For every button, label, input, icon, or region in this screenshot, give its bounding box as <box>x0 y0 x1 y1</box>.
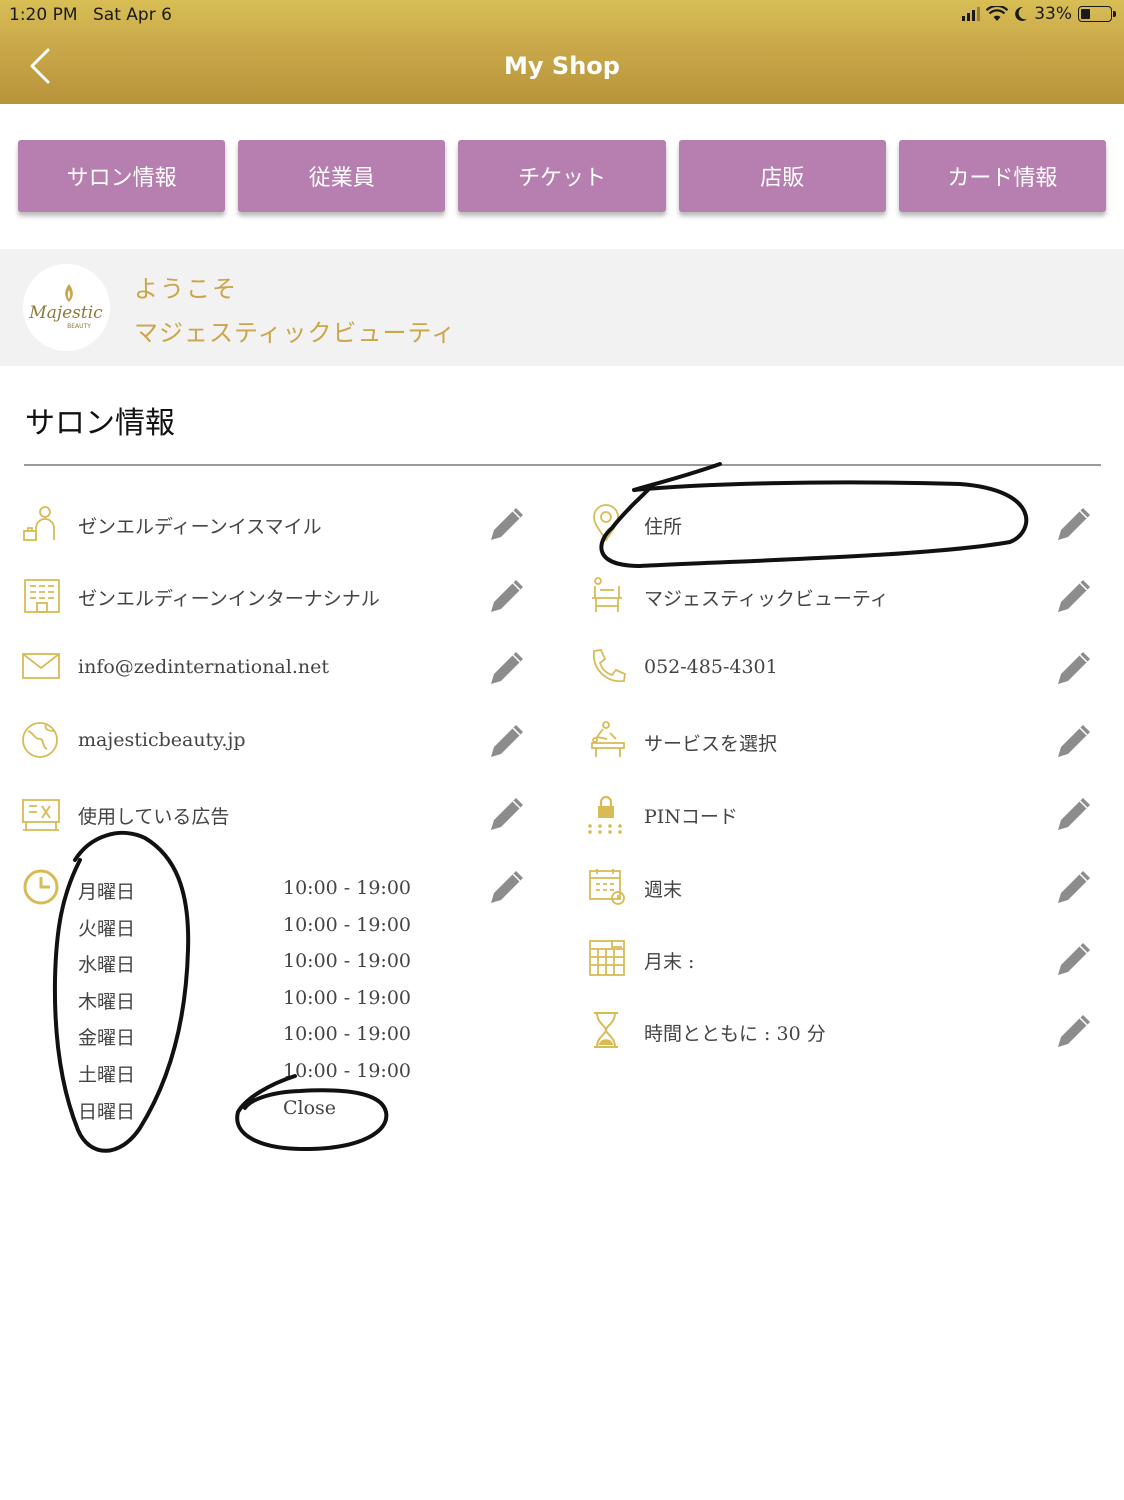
moon-icon <box>1015 6 1028 21</box>
tab-tickets[interactable]: チケット <box>458 140 666 212</box>
building-icon <box>24 579 60 613</box>
phone-label: 052-485-4301 <box>644 656 778 678</box>
hours-row: 金曜日 10:00 - 19:00 <box>78 1023 412 1050</box>
status-indicators: 33% <box>962 4 1116 24</box>
weekend-label: 週末 <box>644 879 683 901</box>
page-title: My Shop <box>504 52 620 80</box>
pencil-icon[interactable] <box>1056 794 1094 832</box>
pencil-icon[interactable] <box>489 721 527 759</box>
location-pin-icon <box>593 504 619 542</box>
hours-row: 日曜日 Close <box>78 1096 337 1123</box>
row-service: サービスを選択 <box>588 721 1038 771</box>
pencil-icon[interactable] <box>1056 648 1094 686</box>
wifi-icon <box>986 6 1009 21</box>
owner-name-label: ゼンエルディーンイスマイル <box>78 516 322 538</box>
pencil-icon[interactable] <box>1056 867 1094 905</box>
pencil-icon[interactable] <box>489 504 527 542</box>
welcome-greeting: ようこそ <box>134 275 238 303</box>
status-date: Sat Apr 6 <box>93 5 172 25</box>
battery-icon <box>1078 6 1116 22</box>
month-end-label: 月末 : <box>644 951 695 973</box>
pencil-icon[interactable] <box>1056 939 1094 977</box>
tab-salon-info[interactable]: サロン情報 <box>18 140 226 212</box>
row-address: 住所 <box>588 504 1038 554</box>
globe-icon <box>22 722 58 758</box>
company-name-label: ゼンエルディーンインターナシナル <box>78 588 380 610</box>
pin-label: PINコード <box>644 806 738 828</box>
phone-icon <box>593 649 626 682</box>
person-icon <box>23 506 55 541</box>
row-ads: 使用している広告 <box>22 794 472 844</box>
hours-row: 木曜日 10:00 - 19:00 <box>78 986 412 1013</box>
address-label: 住所 <box>644 516 683 538</box>
hours-row: 土曜日 10:00 - 19:00 <box>78 1059 412 1086</box>
hours-row: 水曜日 10:00 - 19:00 <box>78 950 412 977</box>
tab-retail[interactable]: 店販 <box>678 140 886 212</box>
tab-card-info[interactable]: カード情報 <box>898 140 1107 212</box>
salon-name-label: マジェスティックビューティ <box>644 588 889 610</box>
pencil-icon[interactable] <box>489 794 527 832</box>
status-bar: 1:20 PM Sat Apr 6 33% <box>0 0 1124 30</box>
row-email: info@zedinternational.net <box>22 648 472 698</box>
calendar-week-icon <box>589 869 625 905</box>
pencil-icon[interactable] <box>1056 721 1094 759</box>
row-month-end: 月末 : <box>588 939 1038 989</box>
tab-bar: サロン情報 従業員 チケット 店販 カード情報 <box>18 140 1107 212</box>
row-time-interval: 時間とともに : 30 分 <box>588 1011 1038 1061</box>
battery-percent: 33% <box>1034 4 1072 24</box>
section-divider <box>24 464 1101 466</box>
row-owner-name: ゼンエルディーンイスマイル <box>22 504 472 554</box>
logo-subtext: BEAUTY <box>67 323 91 330</box>
shop-logo: Majestic BEAUTY <box>23 264 110 351</box>
row-website: majesticbeauty.jp <box>22 721 472 771</box>
lock-icon <box>588 795 622 834</box>
row-phone: 052-485-4301 <box>588 648 1038 698</box>
pencil-icon[interactable] <box>1056 576 1094 614</box>
service-label: サービスを選択 <box>644 733 778 755</box>
hourglass-icon <box>594 1012 618 1048</box>
tab-staff[interactable]: 従業員 <box>238 140 446 212</box>
welcome-shop-name: マジェスティックビューティ <box>134 319 457 347</box>
massage-service-icon <box>591 721 625 757</box>
time-interval-label: 時間とともに : 30 分 <box>644 1023 826 1045</box>
salon-chair-icon <box>592 577 622 612</box>
pencil-icon[interactable] <box>489 576 527 614</box>
ads-label: 使用している広告 <box>78 806 230 828</box>
pencil-icon[interactable] <box>1056 504 1094 542</box>
website-label: majesticbeauty.jp <box>78 729 246 751</box>
calendar-month-icon <box>589 940 625 976</box>
signal-icon <box>962 7 981 21</box>
envelope-icon <box>22 653 60 679</box>
row-salon-name: マジェスティックビューティ <box>588 576 1038 626</box>
section-title: サロン情報 <box>25 406 175 441</box>
billboard-icon <box>22 799 60 831</box>
pencil-icon[interactable] <box>489 648 527 686</box>
navigation-bar: 1:20 PM Sat Apr 6 33% My Shop <box>0 0 1124 104</box>
row-company-name: ゼンエルディーンインターナシナル <box>22 576 472 626</box>
row-pin: PINコード <box>588 794 1038 844</box>
business-hours: 月曜日 10:00 - 19:00 火曜日 10:00 - 19:00 水曜日 10:… <box>78 877 438 1133</box>
pencil-icon[interactable] <box>1056 1011 1094 1049</box>
pencil-icon[interactable] <box>489 867 527 905</box>
hours-row: 火曜日 10:00 - 19:00 <box>78 913 412 940</box>
email-label: info@zedinternational.net <box>78 656 329 678</box>
welcome-banner: Majestic BEAUTY ようこそ マジェスティックビューティ <box>0 249 1124 366</box>
logo-text: Majestic <box>28 303 103 323</box>
row-weekend: 週末 <box>588 867 1038 917</box>
clock-icon <box>23 869 59 905</box>
hours-row: 月曜日 10:00 - 19:00 <box>78 877 412 903</box>
status-time: 1:20 PM <box>9 5 78 25</box>
